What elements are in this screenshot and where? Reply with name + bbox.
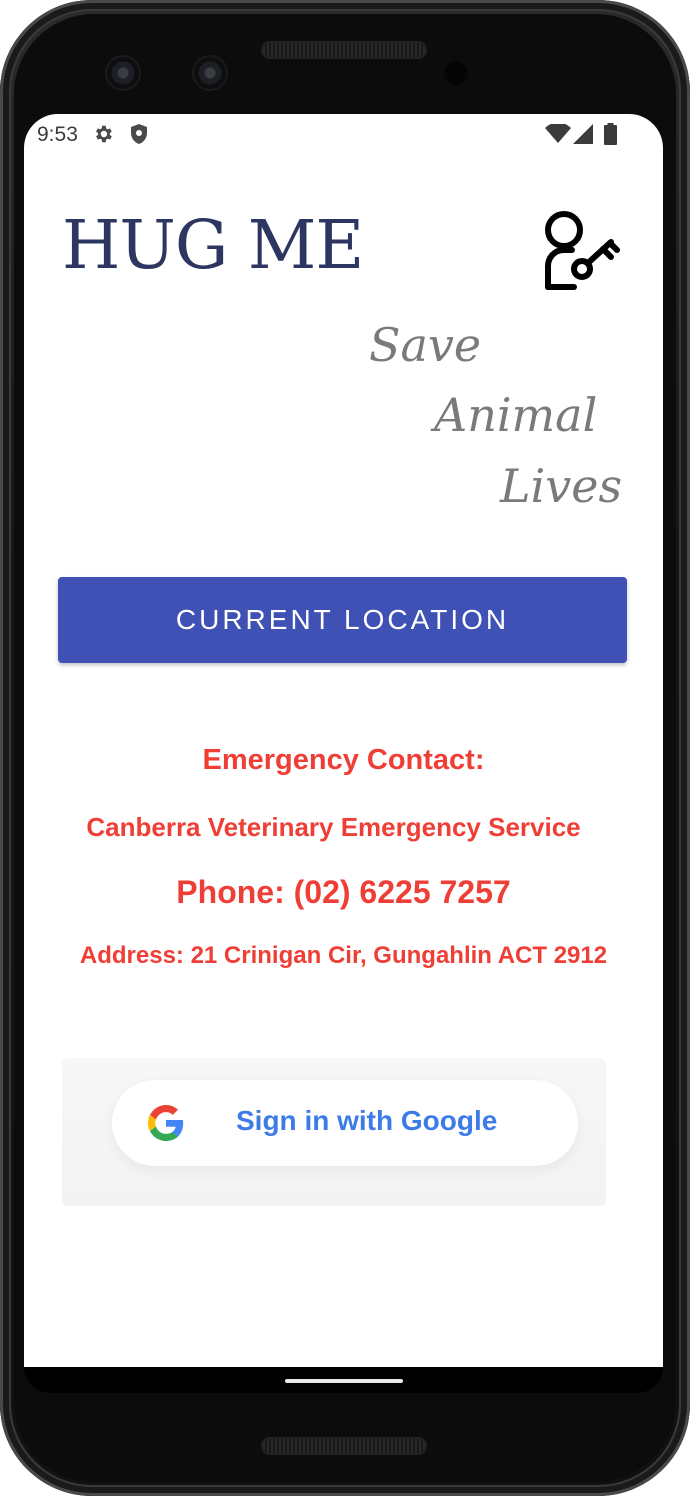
tagline-line-2: Animal bbox=[434, 388, 598, 442]
gear-icon bbox=[96, 125, 112, 143]
emergency-service-name: Canberra Veterinary Emergency Service bbox=[86, 812, 581, 842]
status-time: 9:53 bbox=[37, 123, 78, 146]
google-sign-in-label: Sign in with Google bbox=[236, 1105, 498, 1136]
bottom-speaker bbox=[263, 1439, 425, 1453]
tagline-line-3: Lives bbox=[500, 459, 623, 513]
app-title: HUG ME bbox=[62, 206, 364, 284]
app-screen: 9:53 HUG ME Save Animal Lives CURRENT LO… bbox=[24, 114, 663, 1367]
earpiece-speaker bbox=[263, 43, 425, 57]
emergency-address: Address: 21 Crinigan Cir, Gungahlin ACT … bbox=[79, 942, 608, 969]
google-sign-in-container: Sign in with Google bbox=[62, 1058, 606, 1206]
google-g-icon bbox=[148, 1105, 184, 1141]
shield-icon bbox=[131, 124, 147, 144]
status-bar: 9:53 bbox=[24, 114, 663, 156]
front-camera-icon bbox=[194, 57, 226, 89]
current-location-button[interactable]: CURRENT LOCATION bbox=[58, 577, 627, 663]
google-sign-in-button[interactable]: Sign in with Google bbox=[112, 1080, 578, 1166]
admin-login-button[interactable] bbox=[540, 208, 626, 294]
emergency-heading: Emergency Contact: bbox=[202, 744, 485, 776]
tagline-line-1: Save bbox=[369, 318, 482, 372]
emergency-phone[interactable]: Phone: (02) 6225 7257 bbox=[24, 874, 663, 911]
front-camera-icon bbox=[107, 57, 139, 89]
battery-icon bbox=[604, 123, 617, 145]
home-gesture-pill[interactable] bbox=[285, 1379, 403, 1383]
user-key-icon bbox=[545, 211, 620, 290]
proximity-sensor bbox=[444, 61, 468, 85]
wifi-icon bbox=[545, 124, 571, 143]
cellular-signal-icon bbox=[573, 124, 593, 144]
